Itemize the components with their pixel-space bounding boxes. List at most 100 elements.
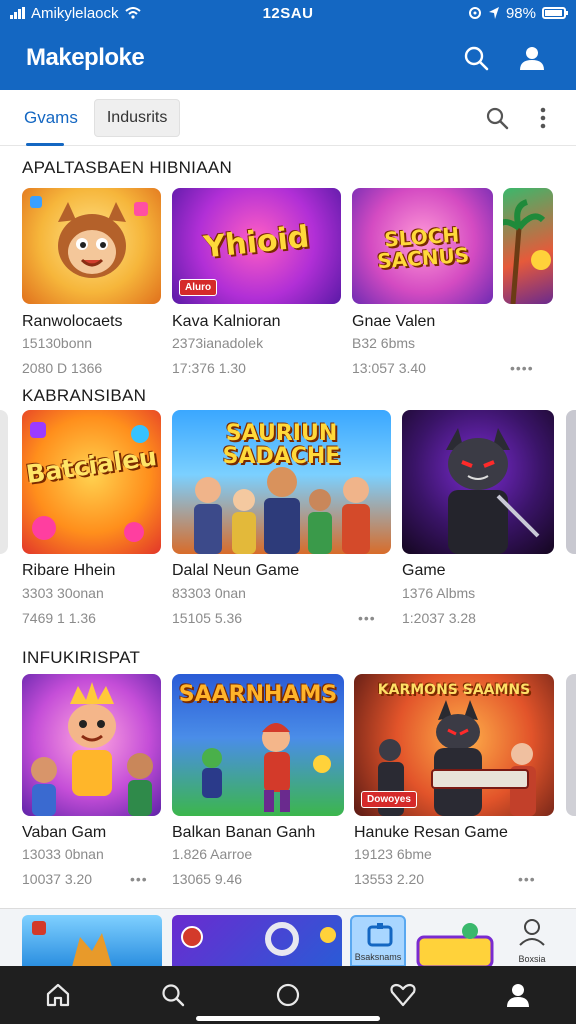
characters-icon (202, 723, 331, 812)
game-thumbnail (402, 410, 554, 554)
game-name: Balkan Banan Ganh (172, 824, 316, 841)
preview-card[interactable]: Boxsia (504, 915, 560, 966)
ninja-icon (446, 428, 540, 554)
more-dots-icon[interactable]: ••• (130, 871, 148, 887)
search-icon (464, 46, 489, 71)
more-dots-icon[interactable]: ••• (518, 871, 536, 887)
status-time: 12SAU (262, 4, 314, 22)
game-card[interactable]: SLOCH SACNUS Gnae Valen B32 6bms 13:057 … (352, 188, 533, 376)
game-subtitle: 83303 0nan (172, 585, 246, 601)
heart-icon (390, 983, 416, 1007)
game-logo-text: Yhioid (202, 220, 311, 266)
battery-icon (542, 7, 568, 19)
game-card[interactable]: Batcialeu Ribare Hhein 3303 30onan 7469 … (22, 410, 162, 625)
game-card[interactable]: Game 1376 Albms 1:2037 3.28 (402, 410, 554, 625)
game-thumbnail: KARMONS SAAMNS Dowoyes (354, 674, 554, 816)
preview-card[interactable]: Bsaksnams (350, 915, 406, 966)
game-card-partial[interactable] (566, 674, 576, 816)
preview-label: Boxsia (518, 954, 546, 964)
preview-card[interactable] (172, 915, 342, 966)
status-left: Amikylelaock (10, 5, 210, 22)
wifi-icon (124, 7, 141, 19)
game-thumbnail (22, 674, 161, 816)
gear-icon (181, 922, 336, 956)
bottom-nav (0, 966, 576, 1024)
status-bar: Amikylelaock 12SAU 98% (0, 0, 576, 26)
more-dots-icon[interactable]: ••• (358, 610, 376, 625)
section-row: Batcialeu Ribare Hhein 3303 30onan 7469 … (0, 410, 576, 625)
tab-search-button[interactable] (478, 99, 516, 137)
game-card-partial[interactable] (566, 410, 576, 554)
character-icon (30, 196, 148, 278)
preview-card[interactable] (22, 915, 162, 966)
person-icon (520, 47, 544, 70)
bottom-preview-strip: Bsaksnams Boxsia (0, 908, 576, 966)
nav-profile[interactable] (488, 970, 548, 1020)
more-dots-icon[interactable]: •••• (510, 360, 534, 376)
nav-center[interactable] (258, 970, 318, 1020)
game-subtitle: 3303 30onan (22, 585, 104, 601)
game-thumbnail (22, 188, 161, 304)
more-button[interactable] (524, 99, 562, 137)
nav-search[interactable] (143, 970, 203, 1020)
battery-fill (545, 10, 562, 16)
game-thumbnail: Batcialeu (22, 410, 161, 554)
search-icon (486, 107, 509, 129)
sync-icon (468, 7, 481, 19)
nav-favorites[interactable] (373, 970, 433, 1020)
game-card-partial[interactable] (0, 410, 8, 554)
game-name: Game (402, 562, 446, 579)
circle-icon (276, 983, 300, 1007)
game-meta: 15105 5.36 (172, 610, 243, 625)
tab-industries[interactable]: Indusrits (93, 98, 181, 137)
search-icon (162, 984, 184, 1007)
section-title: INFUKIRISPAT (22, 648, 141, 667)
game-name: Gnae Valen (352, 313, 436, 330)
game-subtitle: 2373ianadolek (172, 335, 264, 351)
game-subtitle: 13033 0bnan (22, 846, 104, 862)
game-card[interactable]: Ranwolocaets 15130bonn 2080 D 1366 (22, 188, 162, 376)
more-vert-icon (540, 107, 546, 128)
preview-label: Bsaksnams (354, 952, 402, 962)
game-subtitle: B32 6bms (352, 335, 416, 351)
status-right: 98% (366, 5, 568, 22)
game-card[interactable]: Yhioid Aluro Kava Kalnioran 2373ianadole… (172, 188, 342, 376)
game-card[interactable]: Vaban Gam 13033 0bnan 10037 3.20 ••• (22, 674, 162, 887)
characters-icon (194, 467, 370, 554)
carrier-label: Amikylelaock (31, 4, 119, 22)
section-title: APALTASBAEN HIBNIAAN (22, 158, 233, 177)
game-subtitle: 19123 6bme (354, 846, 432, 862)
game-card[interactable]: SAURIUN SADACHE Dalal Neun Game 83303 0n… (172, 410, 392, 625)
game-thumbnail: Yhioid Aluro (172, 188, 341, 304)
game-meta: 13553 2.20 (354, 871, 425, 887)
game-thumbnail: SAURIUN SADACHE (172, 410, 391, 554)
nav-home[interactable] (28, 970, 88, 1020)
account-button[interactable] (510, 36, 554, 80)
home-indicator (196, 1016, 380, 1021)
game-card[interactable] (503, 188, 563, 304)
tab-indicator (26, 142, 64, 146)
section-row: Vaban Gam 13033 0bnan 10037 3.20 ••• SAA… (0, 674, 576, 889)
app-bar: Makeploke (0, 26, 576, 90)
home-icon (46, 983, 69, 1007)
game-card[interactable]: SAARNHAMS Balkan Banan Ganh 1.826 Aarroe… (172, 674, 344, 887)
game-name: Dalal Neun Game (172, 562, 300, 579)
preview-card[interactable] (414, 915, 496, 966)
palm-tree-icon (503, 199, 551, 304)
signal-icon (10, 7, 25, 19)
game-name: Ranwolocaets (22, 313, 123, 330)
game-meta: 1:2037 3.28 (402, 610, 476, 625)
game-thumbnail (0, 410, 8, 554)
game-logo-text: SLOCH SACNUS (376, 222, 470, 274)
candy-icon (30, 422, 149, 542)
search-button[interactable] (454, 36, 498, 80)
game-thumbnail (566, 410, 576, 554)
game-thumbnail (503, 188, 553, 304)
game-badge: Aluro (179, 279, 218, 296)
tab-games[interactable]: Gvams (22, 90, 80, 146)
character-icon (31, 682, 153, 816)
game-card[interactable]: KARMONS SAAMNS Dowoyes Hanuke Resan Game… (354, 674, 554, 887)
game-name: Kava Kalnioran (172, 313, 281, 330)
person-icon (507, 984, 530, 1007)
game-meta: 17:376 1.30 (172, 360, 246, 376)
